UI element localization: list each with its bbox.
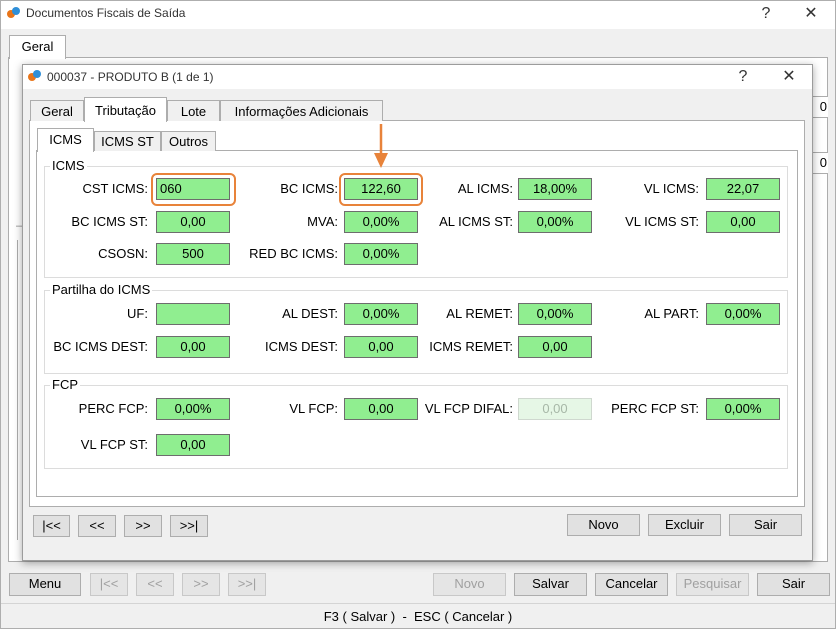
next-record-button[interactable]: >> bbox=[182, 573, 220, 596]
label-csosn: CSOSN: bbox=[98, 246, 148, 261]
pesquisar-button[interactable]: Pesquisar bbox=[676, 573, 749, 596]
label-vl-icms: VL ICMS: bbox=[643, 181, 699, 196]
status-bar: F3 ( Salvar ) - ESC ( Cancelar ) bbox=[1, 605, 835, 628]
vl-icms-st-field[interactable]: 0,00 bbox=[706, 211, 780, 233]
subtab-icms-st[interactable]: ICMS ST bbox=[94, 131, 161, 151]
label-al-dest: AL DEST: bbox=[282, 306, 338, 321]
salvar-button[interactable]: Salvar bbox=[514, 573, 587, 596]
dialog-help-icon[interactable]: ? bbox=[732, 67, 754, 87]
label-al-remet: AL REMET: bbox=[446, 306, 513, 321]
icms-dest-field[interactable]: 0,00 bbox=[344, 336, 418, 358]
last-record-button[interactable]: >>| bbox=[228, 573, 266, 596]
first-record-button[interactable]: |<< bbox=[90, 573, 128, 596]
annotation-arrow-icon bbox=[374, 124, 388, 168]
label-vl-fcp-difal: VL FCP DIFAL: bbox=[424, 401, 513, 416]
hidden-field-right-1: 0 bbox=[812, 96, 828, 118]
subtab-outros[interactable]: Outros bbox=[161, 131, 216, 151]
vl-icms-field[interactable]: 22,07 bbox=[706, 178, 780, 200]
al-icms-st-field[interactable]: 0,00% bbox=[518, 211, 592, 233]
al-icms-field[interactable]: 18,00% bbox=[518, 178, 592, 200]
prev-record-button[interactable]: << bbox=[136, 573, 174, 596]
label-bc-icms-st: BC ICMS ST: bbox=[71, 214, 148, 229]
label-al-icms-st: AL ICMS ST: bbox=[439, 214, 513, 229]
dialog-close-icon[interactable]: ✕ bbox=[778, 67, 800, 87]
csosn-field[interactable]: 500 bbox=[156, 243, 230, 265]
label-icms-dest: ICMS DEST: bbox=[265, 339, 338, 354]
dialog-prev-button[interactable]: << bbox=[78, 515, 116, 537]
hidden-field-right-2: 0 bbox=[812, 152, 828, 174]
al-remet-field[interactable]: 0,00% bbox=[518, 303, 592, 325]
bc-icms-st-field[interactable]: 0,00 bbox=[156, 211, 230, 233]
label-bc-icms: BC ICMS: bbox=[280, 181, 338, 196]
cancelar-button[interactable]: Cancelar bbox=[595, 573, 668, 596]
icms-remet-field[interactable]: 0,00 bbox=[518, 336, 592, 358]
label-vl-fcp: VL FCP: bbox=[289, 401, 338, 416]
label-bc-icms-dest: BC ICMS DEST: bbox=[53, 339, 148, 354]
label-cst-icms: CST ICMS: bbox=[82, 181, 149, 196]
uf-field[interactable] bbox=[156, 303, 230, 325]
group-fcp-title: FCP bbox=[50, 377, 80, 392]
vl-fcp-st-field[interactable]: 0,00 bbox=[156, 434, 230, 456]
label-mva: MVA: bbox=[307, 214, 338, 229]
perc-fcp-st-field[interactable]: 0,00% bbox=[706, 398, 780, 420]
label-vl-icms-st: VL ICMS ST: bbox=[625, 214, 699, 229]
dialog-sair-button[interactable]: Sair bbox=[729, 514, 802, 536]
menu-button[interactable]: Menu bbox=[9, 573, 81, 596]
subtab-icms[interactable]: ICMS bbox=[37, 128, 94, 152]
dialog-tab-tributacao[interactable]: Tributação bbox=[84, 97, 167, 122]
highlight-bc-icms bbox=[339, 173, 423, 206]
dialog-tab-lote[interactable]: Lote bbox=[167, 100, 220, 121]
label-red-bc-icms: RED BC ICMS: bbox=[249, 246, 338, 261]
highlight-cst-icms bbox=[151, 173, 236, 206]
red-bc-icms-field[interactable]: 0,00% bbox=[344, 243, 418, 265]
help-icon[interactable]: ? bbox=[755, 4, 777, 24]
dialog-title: 000037 - PRODUTO B (1 de 1) bbox=[47, 70, 214, 84]
status-divider bbox=[1, 603, 835, 604]
dialog-excluir-button[interactable]: Excluir bbox=[648, 514, 721, 536]
label-icms-remet: ICMS REMET: bbox=[429, 339, 513, 354]
main-window-title: Documentos Fiscais de Saída bbox=[26, 6, 186, 20]
label-al-part: AL PART: bbox=[644, 306, 699, 321]
dialog-tab-geral[interactable]: Geral bbox=[30, 100, 84, 121]
group-icms-title: ICMS bbox=[50, 158, 87, 173]
dialog-next-button[interactable]: >> bbox=[124, 515, 162, 537]
vl-fcp-field[interactable]: 0,00 bbox=[344, 398, 418, 420]
perc-fcp-field[interactable]: 0,00% bbox=[156, 398, 230, 420]
group-partilha-title: Partilha do ICMS bbox=[50, 282, 153, 297]
novo-button[interactable]: Novo bbox=[433, 573, 506, 596]
dialog-logo-icon bbox=[28, 70, 42, 84]
al-part-field[interactable]: 0,00% bbox=[706, 303, 780, 325]
app-logo-icon bbox=[7, 7, 21, 21]
label-vl-fcp-st: VL FCP ST: bbox=[80, 437, 148, 452]
dialog-novo-button[interactable]: Novo bbox=[567, 514, 640, 536]
mva-field[interactable]: 0,00% bbox=[344, 211, 418, 233]
label-al-icms: AL ICMS: bbox=[457, 181, 513, 196]
label-perc-fcp: PERC FCP: bbox=[78, 401, 148, 416]
close-icon[interactable]: ✕ bbox=[800, 4, 822, 24]
vl-fcp-difal-field: 0,00 bbox=[518, 398, 592, 420]
label-uf: UF: bbox=[127, 306, 148, 321]
dialog-first-button[interactable]: |<< bbox=[33, 515, 70, 537]
sair-button[interactable]: Sair bbox=[757, 573, 830, 596]
al-dest-field[interactable]: 0,00% bbox=[344, 303, 418, 325]
dialog-last-button[interactable]: >>| bbox=[170, 515, 208, 537]
bc-icms-dest-field[interactable]: 0,00 bbox=[156, 336, 230, 358]
dialog-tab-informacoes-adicionais[interactable]: Informações Adicionais bbox=[220, 100, 383, 121]
main-tab-geral[interactable]: Geral bbox=[9, 35, 66, 59]
label-perc-fcp-st: PERC FCP ST: bbox=[611, 401, 699, 416]
